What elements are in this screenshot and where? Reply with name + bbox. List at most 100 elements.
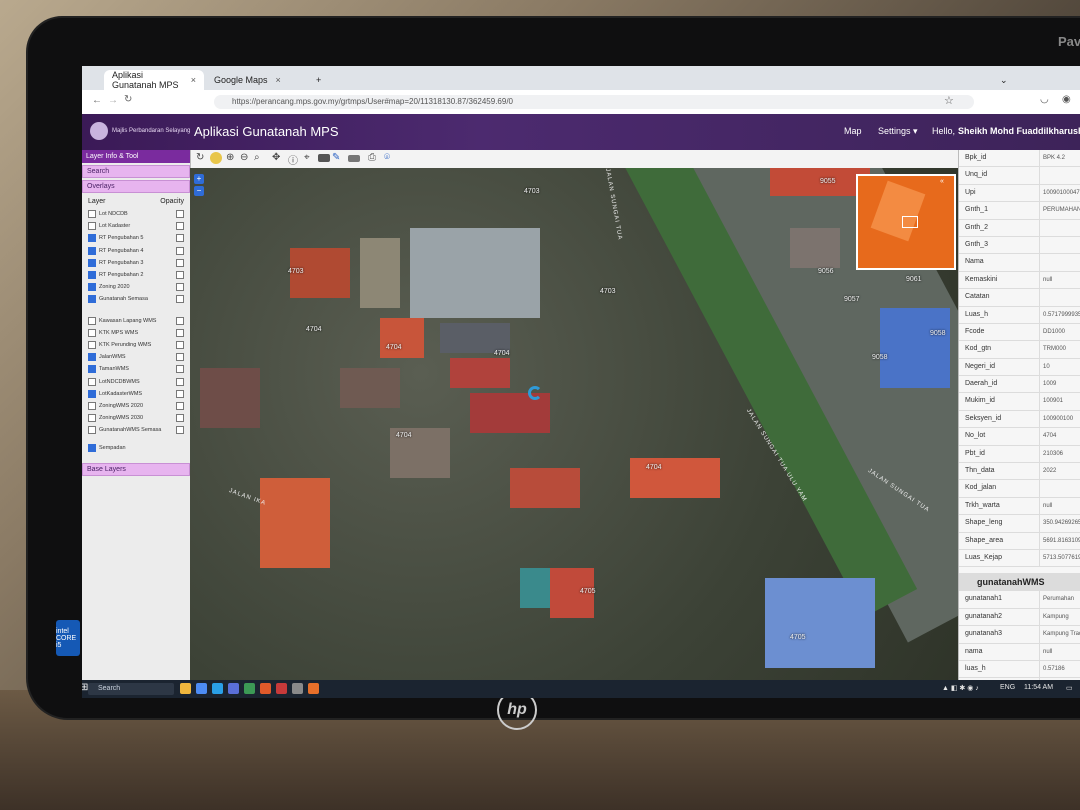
opacity-toggle[interactable] xyxy=(176,271,184,280)
layer-item[interactable]: RT Pengubahan 2 xyxy=(82,269,190,281)
draw-icon[interactable]: ✎ xyxy=(332,152,344,164)
layer-item[interactable]: TamanWMS xyxy=(82,363,190,375)
checkbox[interactable] xyxy=(88,234,96,243)
info-icon[interactable]: ⓘ xyxy=(288,152,300,167)
close-icon[interactable]: × xyxy=(191,75,196,85)
checkbox[interactable] xyxy=(88,353,96,362)
opacity-toggle[interactable] xyxy=(176,389,184,398)
checkbox[interactable] xyxy=(88,340,96,349)
layer-item[interactable]: KTK Perunding WMS xyxy=(82,339,190,351)
store-icon[interactable] xyxy=(228,683,239,694)
print-icon[interactable]: ⎙ xyxy=(368,152,380,164)
opacity-toggle[interactable] xyxy=(176,328,184,337)
zoom-in-icon[interactable]: ⊕ xyxy=(226,152,238,164)
checkbox[interactable] xyxy=(88,389,96,398)
app-icon[interactable] xyxy=(276,683,287,694)
chevron-down-icon[interactable]: ⌄ xyxy=(992,70,1016,90)
opacity-toggle[interactable] xyxy=(176,234,184,243)
checkbox[interactable] xyxy=(88,222,96,231)
user-name[interactable]: Sheikh Mohd Fuaddilkharushe xyxy=(958,126,1080,136)
opacity-toggle[interactable] xyxy=(176,222,184,231)
opacity-toggle[interactable] xyxy=(176,340,184,349)
opacity-toggle[interactable] xyxy=(176,426,184,435)
taskbar-search[interactable]: Search xyxy=(88,683,174,695)
checkbox[interactable] xyxy=(88,426,96,435)
pocket-icon[interactable]: ◡ xyxy=(1040,94,1049,105)
close-icon[interactable]: × xyxy=(276,75,281,85)
checkbox[interactable] xyxy=(88,246,96,255)
checkbox[interactable] xyxy=(88,414,96,423)
account-icon[interactable]: ◉ xyxy=(1062,94,1071,105)
tab-gunatanah[interactable]: Aplikasi Gunatanah MPS × xyxy=(104,70,204,90)
layer-item[interactable]: RT Pengubahan 4 xyxy=(82,245,190,257)
checkbox[interactable] xyxy=(88,316,96,325)
edge-icon[interactable] xyxy=(212,683,223,694)
measure-icon[interactable]: ⌖ xyxy=(304,152,316,164)
checkbox[interactable] xyxy=(88,210,96,219)
url-field[interactable]: https://perancang.mps.gov.my/grtmps/User… xyxy=(214,95,974,109)
zoom-extent-icon[interactable] xyxy=(210,152,222,164)
nav-map[interactable]: Map xyxy=(844,126,862,136)
layer-item[interactable]: Zoning 2020 xyxy=(82,281,190,293)
layer-item[interactable]: Kawasan Lapang WMS xyxy=(82,315,190,327)
clock[interactable]: 11:54 AM xyxy=(1024,684,1053,691)
notification-icon[interactable]: ▭ xyxy=(1066,684,1073,692)
file-explorer-icon[interactable] xyxy=(180,683,191,694)
checkbox[interactable] xyxy=(88,271,96,280)
overview-minimap[interactable]: « xyxy=(856,174,956,270)
layer-item[interactable]: GunatanahWMS Semasa xyxy=(82,424,190,436)
opacity-toggle[interactable] xyxy=(176,316,184,325)
search-section[interactable]: Search xyxy=(82,165,190,178)
magnify-icon[interactable]: ⌕ xyxy=(254,152,266,164)
opacity-toggle[interactable] xyxy=(176,353,184,362)
opacity-toggle[interactable] xyxy=(176,283,184,292)
layer-item[interactable]: Gunatanah Semasa xyxy=(82,293,190,305)
opacity-toggle[interactable] xyxy=(176,365,184,374)
checkbox[interactable] xyxy=(88,377,96,386)
zoom-out-icon[interactable]: ⊖ xyxy=(240,152,252,164)
layer-item[interactable]: Lot NDCDB xyxy=(82,208,190,220)
layer-item[interactable]: RT Pengubahan 3 xyxy=(82,257,190,269)
tray-icons[interactable]: ▲ ◧ ✱ ◉ ♪ xyxy=(942,684,979,692)
star-icon[interactable]: ☆ xyxy=(944,94,954,107)
opacity-toggle[interactable] xyxy=(176,246,184,255)
layer-item[interactable]: JalanWMS xyxy=(82,351,190,363)
layer-sempadan[interactable]: Sempadan xyxy=(82,442,190,454)
location-pin-icon[interactable]: ⌾ xyxy=(384,152,396,164)
opacity-toggle[interactable] xyxy=(176,401,184,410)
firefox-icon[interactable] xyxy=(260,683,271,694)
layer-item[interactable]: Lot Kadaster xyxy=(82,220,190,232)
layer-item[interactable]: LotNDCDBWMS xyxy=(82,375,190,387)
checkbox[interactable] xyxy=(88,258,96,267)
table-icon[interactable] xyxy=(318,154,330,162)
layer-item[interactable]: ZoningWMS 2030 xyxy=(82,412,190,424)
firefox-icon[interactable] xyxy=(308,683,319,694)
checkbox[interactable] xyxy=(88,444,96,453)
language-indicator[interactable]: ENG xyxy=(1000,684,1015,691)
layer-item[interactable]: LotKadasterWMS xyxy=(82,388,190,400)
zoom-in-button[interactable]: + xyxy=(194,174,204,184)
nav-settings[interactable]: Settings ▾ xyxy=(878,126,918,137)
layer-item[interactable]: KTK MPS WMS xyxy=(82,327,190,339)
layer-item[interactable]: RT Pengubahan 5 xyxy=(82,232,190,244)
layer-item[interactable]: ZoningWMS 2020 xyxy=(82,400,190,412)
checkbox[interactable] xyxy=(88,401,96,410)
app-icon[interactable] xyxy=(292,683,303,694)
checkbox[interactable] xyxy=(88,295,96,304)
pan-icon[interactable]: ✥ xyxy=(272,152,284,164)
back-icon[interactable]: ← xyxy=(92,95,102,106)
opacity-toggle[interactable] xyxy=(176,258,184,267)
checkbox[interactable] xyxy=(88,328,96,337)
opacity-toggle[interactable] xyxy=(176,377,184,386)
forward-icon[interactable]: → xyxy=(108,95,118,106)
chrome-icon[interactable] xyxy=(196,683,207,694)
layers-icon[interactable] xyxy=(348,155,360,162)
new-tab-button[interactable]: + xyxy=(308,70,329,90)
opacity-toggle[interactable] xyxy=(176,414,184,423)
opacity-toggle[interactable] xyxy=(176,210,184,219)
collapse-icon[interactable]: « xyxy=(940,178,944,185)
app-icon[interactable] xyxy=(244,683,255,694)
refresh-icon[interactable]: ↻ xyxy=(196,152,208,164)
tab-google-maps[interactable]: Google Maps × xyxy=(206,70,306,90)
aerial-map[interactable]: + − 4703 4703 4703 4704 4704 4704 4704 4… xyxy=(190,168,958,680)
